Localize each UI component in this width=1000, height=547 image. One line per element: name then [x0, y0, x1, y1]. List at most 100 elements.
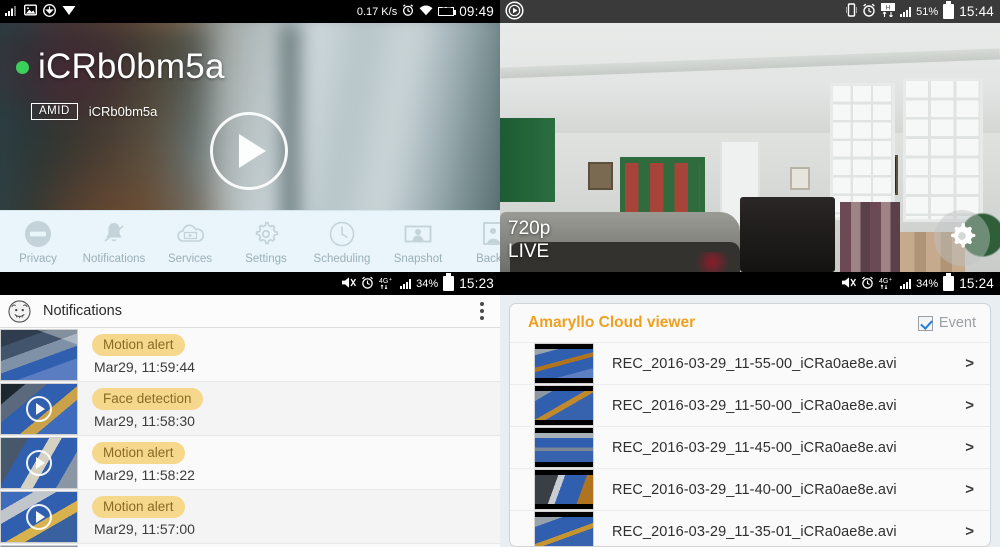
image-icon — [23, 4, 38, 19]
screenshot-grid: 0.17 K/s 87 09:49 iCRb0bm5a AMID iCRb0bm… — [0, 0, 1000, 547]
event-filter-label: Event — [938, 315, 976, 331]
battery-level: 87 — [441, 6, 452, 16]
table-row[interactable]: REC_2016-03-29_11-40-00_iCRa0ae8e.avi > — [510, 468, 990, 510]
notification-timestamp: Mar29, 11:58:22 — [94, 467, 195, 483]
thumbnail-image — [535, 475, 593, 504]
notification-thumbnail[interactable] — [0, 490, 78, 543]
status-bar-2: H 51% 15:44 — [500, 0, 1000, 23]
arrow-down-icon — [62, 5, 76, 19]
svg-text:4G: 4G — [879, 278, 888, 285]
thumbnail-image — [535, 433, 593, 462]
battery-icon — [943, 273, 955, 291]
alarm-icon — [862, 3, 876, 20]
toolbar-item-scheduling[interactable]: Scheduling — [304, 219, 380, 265]
mute-icon — [341, 276, 357, 292]
list-item[interactable]: Motion alert Mar29, 11:58:22 — [0, 436, 500, 490]
notification-list[interactable]: Motion alert Mar29, 11:59:44 Face detect… — [0, 328, 500, 547]
notification-content: Motion alert Mar29, 11:59:44 — [92, 334, 195, 375]
toolbar-item-settings[interactable]: Settings — [228, 219, 304, 265]
signal-icon — [5, 5, 18, 19]
signal-icon — [900, 6, 912, 17]
overflow-menu-icon[interactable] — [474, 298, 490, 324]
alarm-icon — [861, 276, 874, 292]
status-badge: Motion alert — [92, 334, 185, 356]
status-badge: Motion alert — [92, 496, 185, 518]
table-row[interactable]: REC_2016-03-29_11-50-00_iCRa0ae8e.avi > — [510, 384, 990, 426]
event-filter-checkbox[interactable]: Event — [917, 315, 976, 331]
green-panel — [500, 117, 555, 203]
svg-text:+: + — [389, 277, 392, 283]
camera-id: iCRb0bm5a — [88, 104, 158, 119]
svg-text:+: + — [889, 277, 892, 283]
bell-icon — [99, 219, 129, 249]
table-row[interactable]: REC_2016-03-29_11-35-01_iCRa0ae8e.avi > — [510, 510, 990, 546]
play-icon[interactable] — [26, 449, 52, 476]
checkbox-icon[interactable] — [917, 315, 933, 331]
list-item[interactable]: Face detection Mar29, 11:58:30 — [0, 382, 500, 436]
clock-3: 15:23 — [459, 276, 494, 291]
wall-picture — [790, 167, 810, 190]
vibrate-icon — [845, 3, 858, 20]
video-thumbnail — [534, 427, 594, 468]
toolbar-label: Backgr — [476, 252, 500, 265]
notification-thumbnail[interactable] — [0, 436, 78, 489]
play-triangle-icon — [239, 134, 266, 168]
thumbnail-image — [535, 349, 593, 378]
status-bar-4: 4G + 34% 15:24 — [500, 272, 1000, 295]
privacy-block-icon — [23, 219, 53, 249]
toolbar-item-services[interactable]: Services — [152, 219, 228, 265]
chevron-right-icon[interactable]: > — [965, 439, 974, 456]
chevron-right-icon[interactable]: > — [965, 523, 974, 540]
panel-cloud-viewer: 4G + 34% 15:24 Amaryllo Cloud viewer Even… — [500, 272, 1000, 547]
video-thumbnail — [534, 385, 594, 426]
play-triangle-icon — [36, 402, 45, 415]
file-name: REC_2016-03-29_11-50-00_iCRa0ae8e.avi — [612, 397, 897, 414]
amid-badge: AMID — [31, 103, 78, 120]
toolbar-item-snapshot[interactable]: Snapshot — [380, 219, 456, 265]
panel-notifications: 4G + 34% 15:23 Notifications Motion aler… — [0, 272, 500, 547]
resolution-label: 720p — [508, 217, 551, 239]
table-row[interactable]: REC_2016-03-29_11-45-00_iCRa0ae8e.avi > — [510, 426, 990, 468]
stream-settings-button[interactable] — [934, 210, 990, 266]
notification-thumbnail[interactable] — [0, 382, 78, 435]
toolbar-item-privacy[interactable]: Privacy — [0, 219, 76, 265]
notification-thumbnail[interactable] — [0, 328, 78, 381]
play-icon[interactable] — [26, 395, 52, 422]
clock-icon — [327, 219, 357, 249]
chevron-right-icon[interactable]: > — [965, 481, 974, 498]
battery-icon — [443, 273, 455, 291]
play-button[interactable] — [210, 112, 288, 190]
file-name: REC_2016-03-29_11-45-00_iCRa0ae8e.avi — [612, 439, 897, 456]
download-icon — [43, 3, 56, 20]
list-item[interactable]: Motion alert Mar29, 11:57:00 — [0, 490, 500, 544]
table-row[interactable]: REC_2016-03-29_11-55-00_iCRa0ae8e.avi > — [510, 342, 990, 384]
stream-quality-overlay: 720p LIVE — [508, 217, 550, 265]
clock-1: 09:49 — [459, 4, 494, 19]
chevron-right-icon[interactable]: > — [965, 355, 974, 372]
thumbnail-image — [535, 391, 593, 420]
record-play-icon — [505, 1, 524, 23]
toolbar-label: Services — [167, 252, 213, 265]
hspa-data-icon: H — [881, 3, 896, 20]
battery-icon: 87 — [438, 6, 457, 16]
live-label: LIVE — [508, 241, 550, 263]
signal-icon — [400, 278, 412, 289]
page-title: Notifications — [43, 303, 122, 319]
stream-video-area[interactable] — [500, 23, 1000, 272]
network-speed: 0.17 K/s — [356, 5, 398, 18]
grand-piano — [740, 197, 835, 272]
online-status-dot — [16, 60, 29, 74]
play-icon[interactable] — [26, 503, 52, 530]
svg-text:H: H — [886, 5, 891, 12]
toolbar-label: Privacy — [19, 252, 57, 265]
alarm-icon — [402, 4, 414, 19]
chevron-right-icon[interactable]: > — [965, 397, 974, 414]
alarm-icon — [361, 276, 374, 292]
video-thumbnail — [534, 511, 594, 546]
toolbar-item-notifications[interactable]: Notifications — [76, 219, 152, 265]
gear-icon — [251, 219, 281, 249]
file-name: REC_2016-03-29_11-35-01_iCRa0ae8e.avi — [612, 523, 897, 540]
notification-timestamp: Mar29, 11:57:00 — [94, 521, 195, 537]
list-item[interactable]: Motion alert Mar29, 11:59:44 — [0, 328, 500, 382]
toolbar-item-background[interactable]: Backgr — [456, 219, 500, 265]
